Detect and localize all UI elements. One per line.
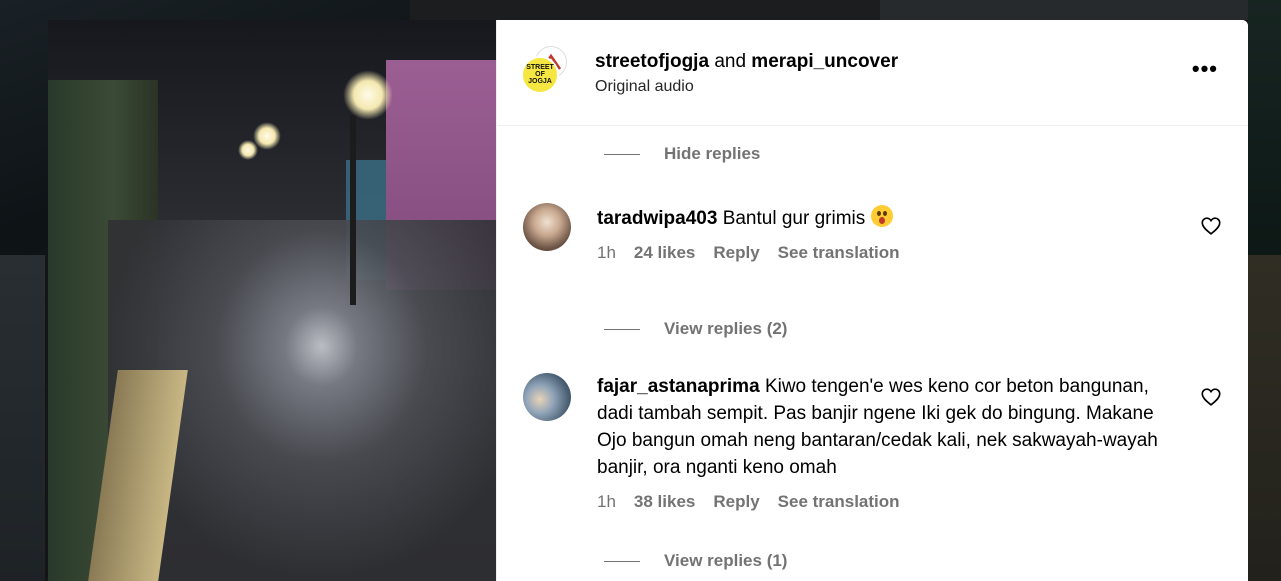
comment-text: taradwipa403 Bantul gur grimis xyxy=(597,205,1187,232)
comment-likes[interactable]: 38 likes xyxy=(634,492,695,512)
authors-joiner: and xyxy=(714,50,747,72)
heart-outline-icon[interactable] xyxy=(1200,215,1222,237)
more-options-icon[interactable]: ••• xyxy=(1192,58,1218,80)
comment-text: fajar_astanaprima Kiwo tengen'e wes keno… xyxy=(597,373,1187,481)
commenter-avatar[interactable] xyxy=(523,373,571,421)
replies-divider-line xyxy=(604,153,640,155)
see-translation-button[interactable]: See translation xyxy=(778,492,900,512)
post-modal: STREET OF JOGJA streetofjogja and merapi… xyxy=(48,20,1248,581)
comment-likes[interactable]: 24 likes xyxy=(634,243,695,263)
comment-username[interactable]: taradwipa403 xyxy=(597,208,717,229)
author-avatar[interactable]: STREET OF JOGJA xyxy=(521,55,559,94)
hide-replies-label: Hide replies xyxy=(664,144,761,163)
post-video[interactable] xyxy=(48,20,496,581)
author-avatars[interactable]: STREET OF JOGJA xyxy=(521,38,591,108)
reply-button[interactable]: Reply xyxy=(713,243,759,263)
commenter-avatar[interactable] xyxy=(523,203,571,251)
comments-list[interactable]: Hide replies taradwipa403 Bantul gur gri… xyxy=(497,126,1248,581)
reply-button[interactable]: Reply xyxy=(713,492,759,512)
replies-divider-line xyxy=(604,328,640,330)
see-translation-button[interactable]: See translation xyxy=(778,243,900,263)
comment-meta: 1h 24 likes Reply See translation xyxy=(597,243,1187,263)
comment-body: taradwipa403 Bantul gur grimis 1h 24 lik… xyxy=(597,203,1187,263)
post-header-text: streetofjogja and merapi_uncover Origina… xyxy=(595,50,898,96)
comment-item: fajar_astanaprima Kiwo tengen'e wes keno… xyxy=(523,373,1222,512)
astonished-face-emoji-icon xyxy=(870,205,893,227)
post-authors: streetofjogja and merapi_uncover xyxy=(595,50,898,74)
comment-body: fajar_astanaprima Kiwo tengen'e wes keno… xyxy=(597,373,1187,512)
author-username[interactable]: streetofjogja xyxy=(595,51,709,72)
comment-item: taradwipa403 Bantul gur grimis 1h 24 lik… xyxy=(523,203,1222,263)
video-frame-detail xyxy=(343,70,393,120)
view-replies-label: View replies (1) xyxy=(664,551,788,570)
view-replies-button[interactable]: View replies (2) xyxy=(604,319,787,339)
replies-divider-line xyxy=(604,560,640,562)
collaborator-username[interactable]: merapi_uncover xyxy=(751,51,898,72)
comments-panel: STREET OF JOGJA streetofjogja and merapi… xyxy=(496,20,1248,581)
comment-time[interactable]: 1h xyxy=(597,243,616,263)
video-frame-detail xyxy=(238,140,258,160)
comment-username[interactable]: fajar_astanaprima xyxy=(597,376,760,397)
post-header: STREET OF JOGJA streetofjogja and merapi… xyxy=(497,20,1248,126)
view-replies-button[interactable]: View replies (1) xyxy=(604,551,787,571)
author-avatar-logo-text: STREET OF JOGJA xyxy=(526,64,554,85)
video-frame-detail xyxy=(350,115,356,305)
comment-meta: 1h 38 likes Reply See translation xyxy=(597,492,1187,512)
audio-label[interactable]: Original audio xyxy=(595,78,898,96)
view-replies-label: View replies (2) xyxy=(664,319,788,338)
heart-outline-icon[interactable] xyxy=(1200,386,1222,408)
comment-time[interactable]: 1h xyxy=(597,492,616,512)
hide-replies-button[interactable]: Hide replies xyxy=(604,144,760,164)
comment-message: Bantul gur grimis xyxy=(722,208,866,229)
